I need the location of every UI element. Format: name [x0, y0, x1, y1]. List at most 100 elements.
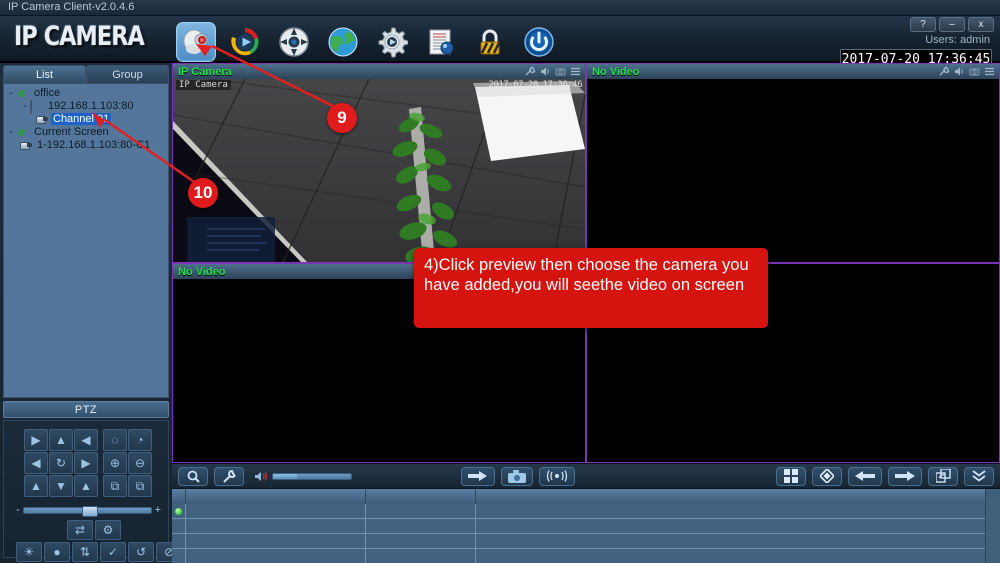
help-button[interactable]: ?	[910, 17, 936, 32]
power-icon	[524, 27, 554, 57]
tree-item-device[interactable]: - 192.168.1.103:80	[6, 99, 166, 114]
record-button[interactable]	[460, 466, 495, 486]
tree-item-label: Current Screen	[34, 126, 109, 138]
slider-thumb[interactable]	[82, 505, 99, 517]
video-osd-time: 2017-07-20 17:36:46	[488, 80, 583, 90]
event-log-scrollbar[interactable]	[985, 489, 1000, 563]
video-cell-1-body[interactable]: IP Camera 2017-07-20 17:36:46	[173, 79, 585, 262]
cycle-button[interactable]	[928, 466, 958, 486]
lock-icon	[480, 29, 501, 55]
speaker-icon[interactable]	[954, 66, 965, 77]
tab-group[interactable]: Group	[86, 65, 169, 83]
zoom-out-button[interactable]: ⧉	[128, 475, 152, 497]
log-button[interactable]	[421, 22, 461, 62]
tree-item-channel-01[interactable]: Channel 01	[6, 113, 166, 125]
ptz-down-right-button[interactable]: ▲	[74, 475, 98, 497]
row-status	[172, 519, 186, 533]
volume-slider[interactable]	[272, 472, 352, 480]
ptz-speed-slider[interactable]: - +	[16, 504, 161, 517]
power-button[interactable]	[519, 22, 559, 62]
video-cell-2-titlebar: No Video	[587, 64, 999, 79]
lock-button[interactable]	[470, 22, 510, 62]
list-icon[interactable]	[984, 66, 995, 77]
video-cell-3-title: No Video	[178, 265, 226, 278]
preview-button[interactable]	[176, 22, 216, 62]
ptz-auto-scan-button[interactable]: ↻	[49, 452, 73, 474]
device-tree[interactable]: - office - 192.168.1.103:80 Channel 01 -…	[3, 83, 169, 398]
iris-close-button[interactable]: ◔	[128, 429, 152, 451]
device-icon	[30, 99, 43, 114]
ptz-tool-button[interactable]	[214, 466, 244, 486]
ptz-dpad: ▶ ▲ ◀ ◀ ↻ ▶ ▲ ▼ ▲	[24, 429, 98, 497]
ptz-section-header[interactable]: PTZ	[3, 401, 169, 418]
prev-page-button[interactable]	[848, 466, 882, 486]
network-button[interactable]	[323, 22, 363, 62]
current-user-label: Users: admin	[925, 34, 990, 46]
tab-list[interactable]: List	[3, 65, 86, 83]
focus-far-button[interactable]: ⊖	[128, 452, 152, 474]
ptz-down-button[interactable]: ▼	[49, 475, 73, 497]
camera-icon	[36, 114, 48, 124]
ptz-lamp-button[interactable]: ●	[44, 542, 70, 562]
ptz-up-left-button[interactable]: ▶	[24, 429, 48, 451]
collapse-button[interactable]	[964, 466, 994, 486]
ptz-down-left-button[interactable]: ▲	[24, 475, 48, 497]
ptz-right-button[interactable]: ▶	[74, 452, 98, 474]
tree-item-office[interactable]: - office	[6, 87, 166, 99]
iris-open-button[interactable]: ◌	[103, 429, 127, 451]
wrench-icon[interactable]	[939, 66, 950, 77]
window-buttons: ? – x	[910, 17, 994, 32]
expander[interactable]: -	[6, 127, 16, 138]
fullscreen-button[interactable]	[812, 466, 842, 486]
layout-grid-button[interactable]	[776, 466, 806, 486]
table-row[interactable]	[172, 519, 1000, 563]
snapshot-icon[interactable]	[969, 66, 980, 77]
snapshot-icon[interactable]	[555, 66, 566, 77]
ptz-preset-move-button[interactable]: ⇄	[67, 520, 93, 540]
ptz-left-button[interactable]: ◀	[24, 452, 48, 474]
ptz-brush-button[interactable]: ✓	[100, 542, 126, 562]
tree-item-current-screen[interactable]: - Current Screen	[6, 126, 166, 138]
list-icon[interactable]	[570, 66, 581, 77]
wrench-icon[interactable]	[525, 66, 536, 77]
ptz-rotate-button[interactable]: ↺	[128, 542, 154, 562]
settings-button[interactable]	[372, 22, 412, 62]
video-cell-2-body[interactable]	[587, 79, 999, 262]
ptz-aux-row-1: ⇄ ⚙	[67, 520, 121, 540]
snapshot-button[interactable]	[500, 466, 533, 486]
ptz-config-button[interactable]: ⚙	[95, 520, 121, 540]
talk-button[interactable]	[538, 466, 575, 486]
table-row[interactable]: 192.168.1.103:80-C1 17-07-20 17:36:44 Co…	[172, 504, 1000, 563]
ptz-up-right-button[interactable]: ◀	[74, 429, 98, 451]
tree-item-label: 1-192.168.1.103:80-C1	[37, 139, 151, 151]
search-icon	[187, 470, 200, 483]
expander[interactable]: -	[20, 101, 30, 112]
volume-icon	[255, 471, 268, 481]
video-cell-2[interactable]: No Video	[586, 63, 1000, 263]
next-page-button[interactable]	[888, 466, 922, 486]
ptz-wiper-button[interactable]: ⇅	[72, 542, 98, 562]
search-button[interactable]	[178, 466, 208, 486]
cycle-icon	[935, 469, 951, 483]
tree-item-screen-channel[interactable]: 1-192.168.1.103:80-C1	[6, 139, 166, 151]
status-dot	[175, 507, 182, 515]
table-row[interactable]	[172, 534, 1000, 563]
minimize-button[interactable]: –	[939, 17, 965, 32]
slider-minus-label: -	[16, 504, 20, 516]
expander[interactable]: -	[6, 88, 16, 99]
video-cell-1[interactable]: IP Camera IP Camera 2017-07-20 17:36:46	[172, 63, 586, 263]
focus-near-button[interactable]: ⊕	[103, 452, 127, 474]
ptz-light-button[interactable]: ☀	[16, 542, 42, 562]
close-button[interactable]: x	[968, 17, 994, 32]
globe-icon	[16, 127, 29, 138]
zoom-in-button[interactable]: ⧉	[103, 475, 127, 497]
ptz-up-button[interactable]: ▲	[49, 429, 73, 451]
table-row[interactable]	[172, 549, 1000, 563]
slider-track[interactable]	[22, 505, 152, 517]
row-status	[172, 504, 186, 518]
ptz-icon	[279, 27, 309, 57]
ptz-button[interactable]	[274, 22, 314, 62]
playback-button[interactable]	[225, 22, 265, 62]
speaker-icon[interactable]	[540, 66, 551, 77]
volume-control[interactable]	[254, 470, 352, 483]
